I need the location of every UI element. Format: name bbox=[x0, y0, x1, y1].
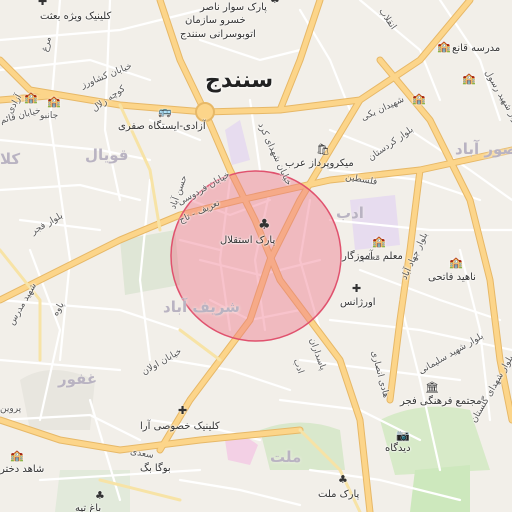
district-label-ghafoor: غفور bbox=[58, 370, 98, 388]
camera-icon[interactable]: 📷 bbox=[396, 430, 410, 441]
poi-mikropardaz[interactable]: میکروپرداز عرب bbox=[285, 159, 354, 169]
poi-naheed[interactable]: ناهید فاتحی bbox=[428, 273, 476, 283]
hospital-cross-icon[interactable]: ✚ bbox=[352, 283, 361, 294]
school-icon[interactable]: 🏫 bbox=[10, 450, 24, 461]
street-label-janboo: جانبو bbox=[40, 111, 59, 121]
tree-icon[interactable]: ♣ bbox=[95, 490, 105, 501]
district-label-kala: کلا bbox=[0, 150, 21, 168]
district-label-mansourabad: منصور آباد bbox=[455, 140, 512, 158]
city-label: سنندج bbox=[205, 68, 274, 93]
culture-icon[interactable]: 🏛 bbox=[425, 382, 439, 393]
poi-otobusrani[interactable]: اتوبوسرانی سنندج bbox=[180, 30, 256, 40]
bus-icon[interactable]: 🚌 bbox=[158, 106, 172, 117]
school-icon: 🏫 bbox=[412, 92, 426, 105]
poi-shahed[interactable]: شاهد دختر bbox=[0, 465, 44, 475]
poi-clinic-vijeh[interactable]: کلینیک ویژه بعثت bbox=[40, 12, 111, 22]
district-label-ghovil: قویال bbox=[85, 146, 129, 164]
poi-majmaeh[interactable]: مجتمع فرهنگی فجر bbox=[400, 397, 482, 407]
school-icon[interactable]: 🏫 bbox=[437, 41, 451, 52]
school-icon[interactable]: 🏫 bbox=[372, 236, 386, 247]
poi-boogabag[interactable]: بوگا بگ bbox=[140, 464, 171, 474]
poi-istgah[interactable]: آزادی-ایستگاه صفری bbox=[118, 122, 206, 132]
hospital-cross-icon[interactable]: ✚ bbox=[38, 0, 47, 7]
school-icon: 🏫 bbox=[47, 95, 61, 108]
school-icon[interactable]: 🏫 bbox=[449, 257, 463, 268]
hospital-cross-icon[interactable]: ✚ bbox=[178, 405, 187, 416]
poi-bagh[interactable]: باغ تپه bbox=[75, 504, 101, 512]
poi-emergency[interactable]: اورژانس bbox=[340, 298, 376, 308]
tree-icon[interactable]: ♣ bbox=[338, 474, 348, 485]
school-icon: 🏫 bbox=[24, 91, 38, 104]
poi-park-mellat[interactable]: پارک ملت bbox=[318, 490, 359, 500]
poi-didgah[interactable]: دیدگاه bbox=[385, 444, 411, 454]
tree-icon[interactable]: ♣ bbox=[270, 0, 280, 5]
poi-park-esteghlal[interactable]: پارک استقلال bbox=[220, 236, 275, 246]
district-label-mellat: ملت bbox=[270, 448, 302, 466]
poi-clinic-ara[interactable]: کلینیک خصوصی آرا bbox=[140, 422, 220, 432]
district-label-adab: ادب bbox=[336, 204, 364, 222]
district-label-sharifabad: شریف آباد bbox=[163, 298, 240, 316]
poi-madreseh[interactable]: مدرسه قانع bbox=[452, 44, 500, 54]
shop-icon[interactable]: 🛍 bbox=[316, 144, 330, 155]
street-label-parvin: پروین bbox=[0, 404, 22, 414]
poi-moalem-amouzgar[interactable]: معلم - آموزگار bbox=[342, 252, 403, 262]
poi-park-savar[interactable]: پارک سوار ناصر bbox=[200, 3, 267, 13]
poi-khosrow[interactable]: خسرو سازمان bbox=[185, 16, 246, 26]
tree-icon[interactable]: ♣ bbox=[258, 218, 271, 232]
map-canvas[interactable]: سنندج قویال ادب شریف آباد غفور ملت منصور… bbox=[0, 0, 512, 512]
school-icon: 🏫 bbox=[462, 72, 476, 85]
